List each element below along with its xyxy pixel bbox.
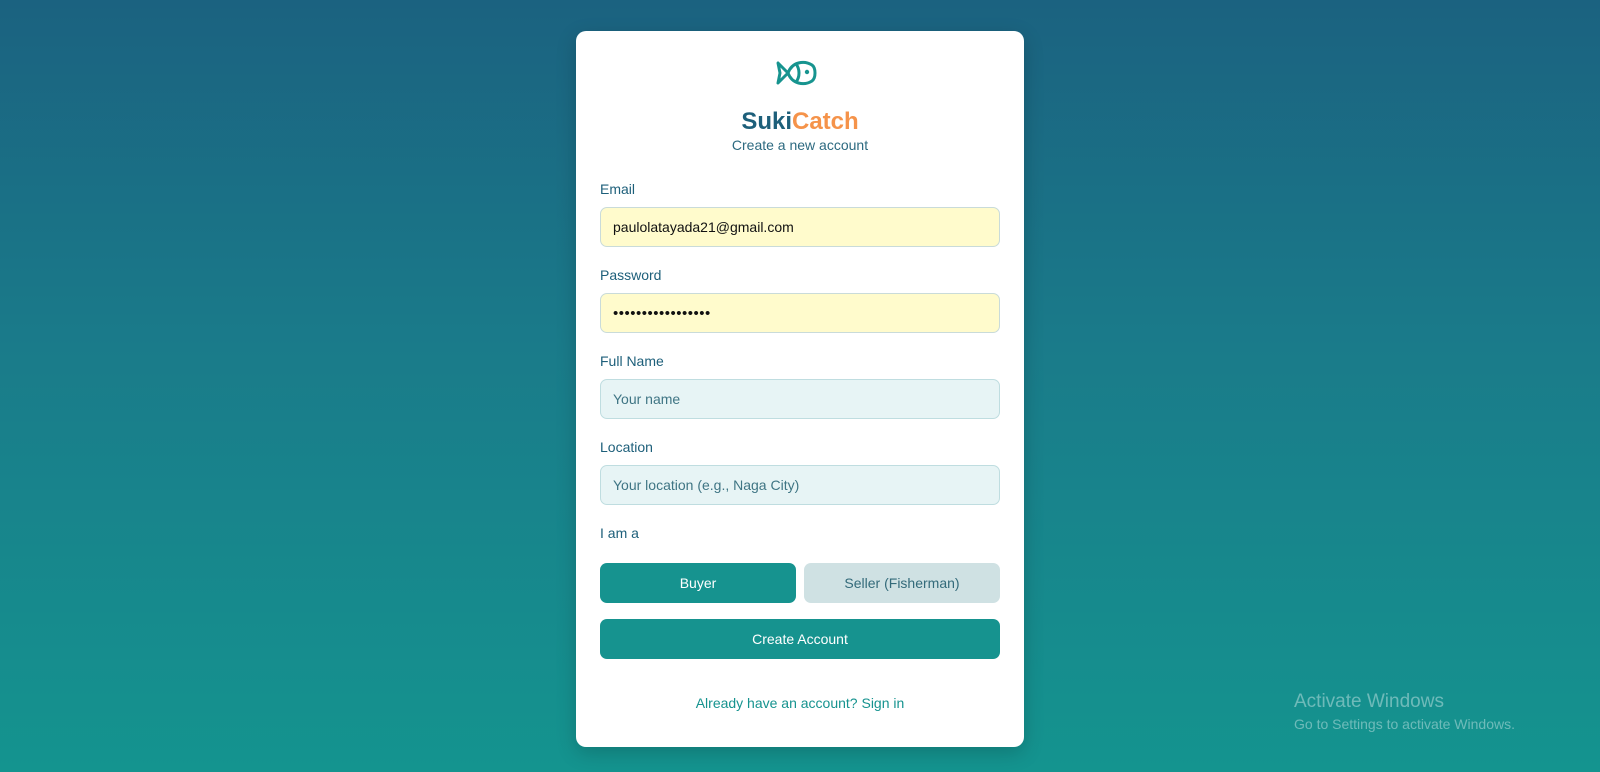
email-field[interactable]: paulolatayada21@gmail.com <box>600 207 1000 247</box>
fish-icon <box>776 60 817 86</box>
brand-name-part1: Suki <box>741 108 792 135</box>
location-field[interactable]: Your location (e.g., Naga City) <box>600 465 1000 505</box>
password-field[interactable]: ••••••••••••••••• <box>600 293 1000 333</box>
seller-role-button[interactable]: Seller (Fisherman) <box>804 563 1000 603</box>
email-value: paulolatayada21@gmail.com <box>613 219 794 235</box>
watermark-title: Activate Windows <box>1294 691 1444 712</box>
buyer-role-button[interactable]: Buyer <box>600 563 796 603</box>
brand-name: SukiCatch <box>576 107 1024 137</box>
full-name-placeholder: Your name <box>613 391 681 407</box>
watermark-subtitle: Go to Settings to activate Windows. <box>1294 716 1515 732</box>
location-placeholder: Your location (e.g., Naga City) <box>613 477 800 493</box>
brand-name-part2: Catch <box>792 108 859 135</box>
signup-card: SukiCatch Create a new account Email pau… <box>576 31 1024 747</box>
windows-activation-watermark: Activate Windows Go to Settings to activ… <box>1294 690 1515 734</box>
sign-in-link[interactable]: Already have an account? Sign in <box>576 695 1024 711</box>
password-label: Password <box>600 267 662 283</box>
create-account-button[interactable]: Create Account <box>600 619 1000 659</box>
role-label: I am a <box>600 525 639 541</box>
page-subtitle: Create a new account <box>731 137 869 153</box>
location-label: Location <box>600 439 653 455</box>
email-label: Email <box>600 181 636 197</box>
full-name-label: Full Name <box>600 353 664 369</box>
full-name-field[interactable]: Your name <box>600 379 1000 419</box>
password-value: ••••••••••••••••• <box>613 304 711 322</box>
